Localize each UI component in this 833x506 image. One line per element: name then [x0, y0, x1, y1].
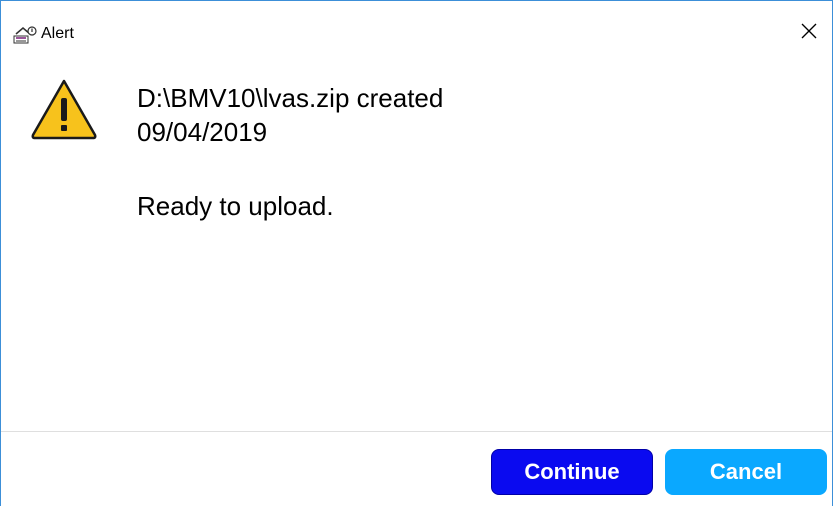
- dialog-content: D:\BMV10\lvas.zip created 09/04/2019 Rea…: [1, 63, 832, 431]
- warning-icon: [29, 77, 99, 141]
- message-line-date: 09/04/2019: [137, 117, 268, 147]
- cancel-button[interactable]: Cancel: [665, 449, 827, 495]
- alert-dialog: Alert D:\BMV10\lvas.zip created 09/04/20…: [0, 0, 833, 506]
- close-button[interactable]: [786, 13, 832, 53]
- window-title: Alert: [41, 25, 74, 42]
- continue-button[interactable]: Continue: [491, 449, 653, 495]
- message-spacer: [137, 149, 443, 189]
- message-line-file: D:\BMV10\lvas.zip created: [137, 83, 444, 113]
- alert-message: D:\BMV10\lvas.zip created 09/04/2019 Rea…: [137, 81, 443, 223]
- button-bar: Continue Cancel: [1, 431, 832, 506]
- title-bar[interactable]: Alert: [1, 1, 832, 63]
- message-line-status: Ready to upload.: [137, 191, 334, 221]
- close-icon: [800, 22, 818, 45]
- alert-app-icon: [13, 25, 37, 45]
